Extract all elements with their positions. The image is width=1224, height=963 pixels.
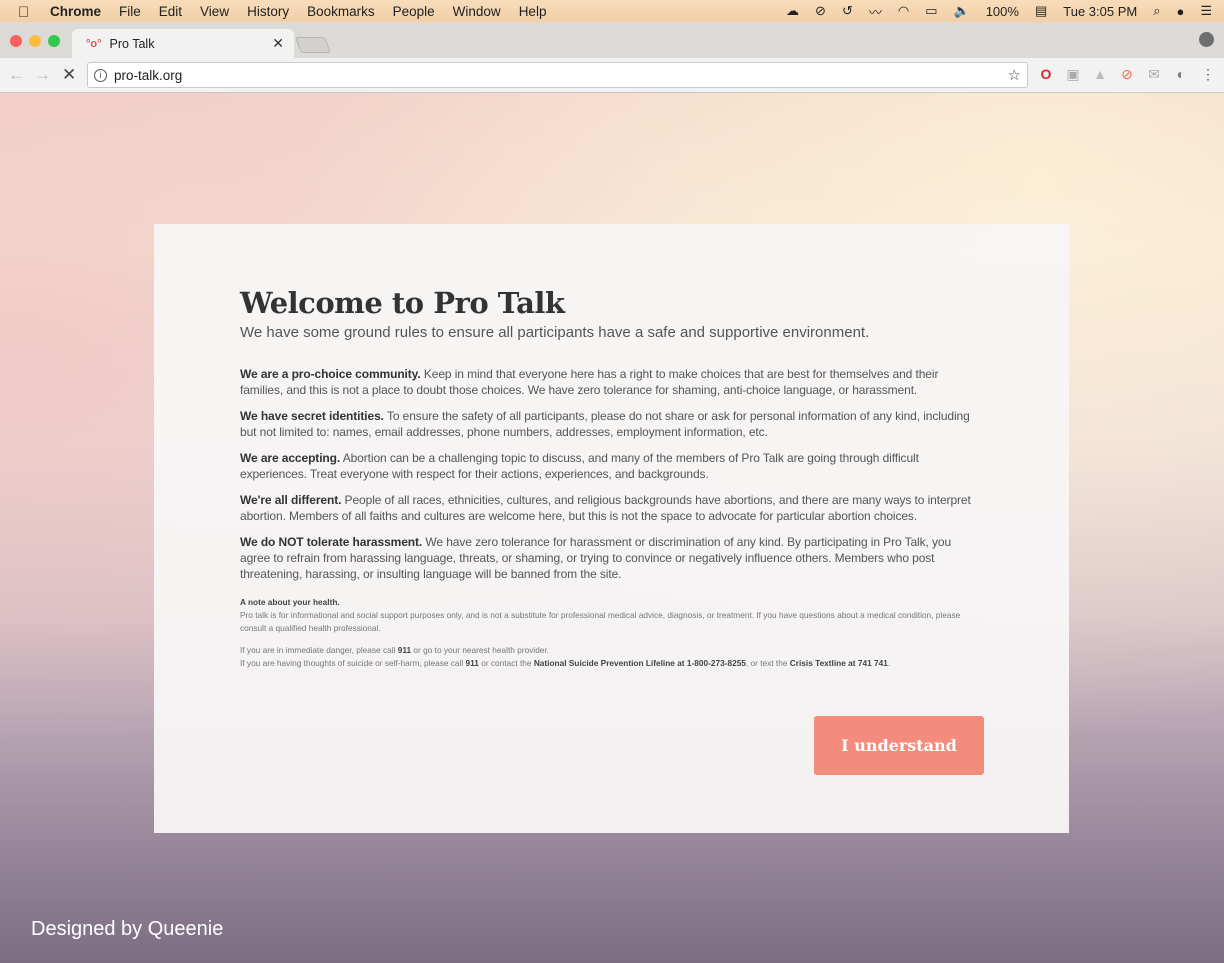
- activity-icon[interactable]: 〰: [869, 2, 882, 21]
- back-icon[interactable]: ←: [8, 65, 25, 85]
- rule-no-harassment: We do NOT tolerate harassment. We have z…: [240, 534, 983, 582]
- time-machine-icon[interactable]: ↺: [842, 3, 853, 19]
- battery-percent[interactable]: 100%: [986, 4, 1019, 19]
- rule-lead: We do NOT tolerate harassment.: [240, 535, 423, 549]
- modal-title: Welcome to Pro Talk: [240, 286, 565, 320]
- close-window-button[interactable]: [10, 35, 22, 47]
- text: or contact the: [478, 658, 534, 668]
- extension-icon[interactable]: ◐: [1173, 66, 1189, 82]
- health-disclaimer: Pro talk is for informational and social…: [240, 610, 961, 633]
- drive-extension-icon[interactable]: ▲: [1092, 66, 1108, 82]
- new-tab-button[interactable]: [295, 37, 331, 53]
- text: , or text the: [745, 658, 790, 668]
- wifi-icon[interactable]: ◠: [898, 3, 909, 19]
- lifeline-info: National Suicide Prevention Lifeline at …: [533, 658, 746, 668]
- menu-help[interactable]: Help: [519, 4, 547, 19]
- text: or go to your nearest health provider.: [411, 645, 550, 655]
- airplay-icon[interactable]: ▭: [925, 3, 937, 19]
- rule-lead: We are a pro-choice community.: [240, 367, 421, 381]
- page-background: Welcome to Pro Talk We have some ground …: [0, 93, 1224, 963]
- tab-title: Pro Talk: [109, 36, 155, 51]
- text: If you are in immediate danger, please c…: [240, 645, 398, 655]
- browser-tab[interactable]: °o° Pro Talk ✕: [72, 29, 294, 58]
- rule-lead: We're all different.: [240, 493, 342, 507]
- menu-bookmarks[interactable]: Bookmarks: [307, 4, 375, 19]
- minimize-window-button[interactable]: [29, 35, 41, 47]
- macos-menubar:  Chrome File Edit View History Bookmark…: [0, 0, 1224, 22]
- menu-people[interactable]: People: [393, 4, 435, 19]
- profile-icon[interactable]: [1199, 32, 1214, 47]
- rule-body: Abortion can be a challenging topic to d…: [240, 451, 919, 481]
- favicon-icon: °o°: [86, 37, 102, 50]
- do-not-disturb-icon[interactable]: ⊘: [815, 3, 826, 19]
- url-text[interactable]: pro-talk.org: [114, 68, 182, 83]
- health-note: A note about your health. Pro talk is for…: [240, 596, 983, 670]
- menu-view[interactable]: View: [200, 4, 229, 19]
- forward-icon[interactable]: →: [34, 65, 51, 85]
- emergency-number: 911: [397, 645, 412, 655]
- notification-center-icon[interactable]: ☰: [1200, 3, 1212, 19]
- emergency-info: If you are in immediate danger, please c…: [240, 644, 983, 670]
- menu-file[interactable]: File: [119, 4, 141, 19]
- rule-pro-choice: We are a pro-choice community. Keep in m…: [240, 366, 983, 398]
- menu-window[interactable]: Window: [453, 4, 501, 19]
- text: .: [887, 658, 891, 668]
- opera-extension-icon[interactable]: O: [1038, 66, 1054, 82]
- text: If you are having thoughts of suicide or…: [240, 658, 466, 668]
- menu-edit[interactable]: Edit: [159, 4, 182, 19]
- stop-loading-icon[interactable]: ✕: [62, 65, 76, 85]
- close-tab-icon[interactable]: ✕: [272, 35, 284, 52]
- browser-toolbar: ← → ✕ i pro-talk.org ☆ O ▣ ▲ ⊘ ✉ ◐ ⋮: [0, 58, 1224, 93]
- rule-lead: We are accepting.: [240, 451, 341, 465]
- designer-credit: Designed by Queenie: [31, 918, 224, 940]
- bookmark-star-icon[interactable]: ☆: [1008, 66, 1021, 84]
- menu-history[interactable]: History: [247, 4, 289, 19]
- volume-icon[interactable]: 🔈: [954, 3, 970, 19]
- check-extension-icon[interactable]: ⊘: [1119, 66, 1135, 82]
- flag-icon[interactable]: ▤: [1035, 3, 1047, 19]
- textline-info: Crisis Textline at 741 741: [789, 658, 888, 668]
- address-bar[interactable]: i pro-talk.org ☆: [87, 62, 1028, 88]
- inbox-extension-icon[interactable]: ✉: [1146, 66, 1162, 82]
- menu-app[interactable]: Chrome: [50, 4, 101, 19]
- apple-icon[interactable]: : [18, 4, 32, 21]
- ground-rules-modal: Welcome to Pro Talk We have some ground …: [154, 224, 1069, 833]
- rule-all-different: We're all different. People of all races…: [240, 492, 983, 524]
- zoom-window-button[interactable]: [48, 35, 60, 47]
- health-heading: A note about your health.: [240, 597, 340, 607]
- rule-accepting: We are accepting. Abortion can be a chal…: [240, 450, 983, 482]
- css-extension-icon[interactable]: ▣: [1065, 66, 1081, 82]
- tab-bar: °o° Pro Talk ✕: [0, 22, 1224, 58]
- rule-lead: We have secret identities.: [240, 409, 384, 423]
- rule-secret-identities: We have secret identities. To ensure the…: [240, 408, 983, 440]
- siri-icon[interactable]: ●: [1176, 4, 1184, 19]
- emergency-number: 911: [465, 658, 479, 668]
- rule-body: People of all races, ethnicities, cultur…: [240, 493, 971, 523]
- clock[interactable]: Tue 3:05 PM: [1063, 4, 1137, 19]
- i-understand-button[interactable]: I understand: [814, 716, 984, 775]
- modal-subtitle: We have some ground rules to ensure all …: [240, 324, 870, 341]
- creative-cloud-icon[interactable]: ☁: [786, 3, 799, 19]
- chrome-menu-icon[interactable]: ⋮: [1200, 66, 1216, 82]
- spotlight-search-icon[interactable]: ⌕: [1153, 3, 1160, 19]
- info-icon[interactable]: i: [94, 68, 107, 82]
